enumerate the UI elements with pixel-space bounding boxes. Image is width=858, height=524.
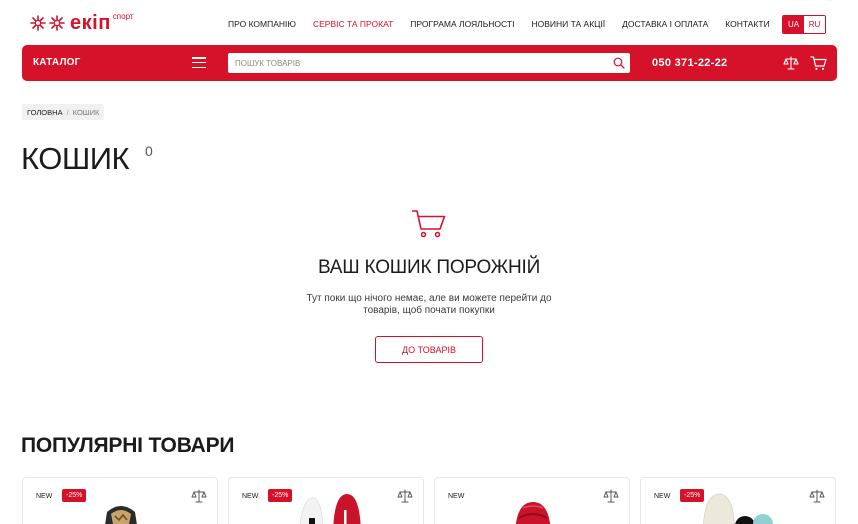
product-card[interactable]: NEW (434, 477, 630, 524)
nav-service-rental[interactable]: СЕРВІС ТА ПРОКАТ (313, 19, 393, 29)
search-icon[interactable] (613, 57, 625, 69)
compare-scale-icon[interactable] (783, 55, 799, 71)
phone-number[interactable]: 050 371-22-22 (652, 57, 727, 69)
nav-contacts[interactable]: КОНТАКТИ (725, 19, 769, 29)
breadcrumb: ГОЛОВНА / КОШИК (22, 104, 105, 120)
empty-cart-icon (411, 210, 446, 238)
badge-new: NEW (36, 493, 53, 500)
logo-text: екіп (70, 12, 111, 34)
nav-loyalty[interactable]: ПРОГРАМА ЛОЯЛЬНОСТІ (410, 19, 514, 29)
main-header: КАТАЛОГ 050 371-22-22 (22, 45, 837, 81)
product-card[interactable]: NEW -25% (228, 477, 424, 524)
sun-logo-icon (30, 15, 46, 31)
empty-cart-title: ВАШ КОШИК ПОРОЖНІЙ (317, 257, 541, 278)
sun-logo-icon (49, 15, 65, 31)
compare-scale-icon[interactable] (397, 489, 413, 503)
badge-new: NEW (242, 493, 259, 500)
compare-scale-icon[interactable] (809, 489, 825, 503)
nav-news[interactable]: НОВИНИ ТА АКЦІЇ (531, 19, 605, 29)
product-image-skis (299, 494, 361, 524)
search-input[interactable] (228, 53, 598, 74)
product-image-helmet (515, 502, 551, 524)
nav-delivery[interactable]: ДОСТАВКА І ОПЛАТА (622, 19, 708, 29)
badge-sale: -25% (62, 489, 87, 502)
badge-new: NEW (654, 493, 671, 500)
empty-cart-text: Тут поки що нічого немає, але ви можете … (306, 293, 552, 316)
cart-icon[interactable] (810, 55, 827, 71)
product-card[interactable]: NEW -25% (22, 477, 218, 524)
breadcrumb-current: КОШИК (72, 107, 100, 117)
page-title: КОШИК (21, 141, 130, 176)
product-card[interactable]: NEW -25% (640, 477, 836, 524)
to-products-button[interactable]: ДО ТОВАРІВ (375, 336, 483, 363)
menu-icon[interactable] (192, 57, 206, 69)
popular-title: ПОПУЛЯРНІ ТОВАРИ (21, 434, 235, 457)
product-image-snowboard (703, 493, 773, 524)
compare-scale-icon[interactable] (603, 489, 619, 503)
cart-count: 0 (145, 143, 153, 159)
lang-ru[interactable]: RU (804, 16, 825, 33)
search-box (228, 53, 630, 74)
lang-ua[interactable]: UA (783, 16, 804, 33)
badge-new: NEW (448, 493, 465, 500)
logo-subtext: спорт (112, 12, 134, 21)
breadcrumb-home[interactable]: ГОЛОВНА (27, 108, 63, 117)
catalog-label[interactable]: КАТАЛОГ (33, 57, 81, 68)
product-image-jacket (105, 506, 137, 524)
logo[interactable]: екіп спорт (30, 12, 134, 34)
language-switcher: UA RU (782, 15, 826, 34)
breadcrumb-separator: / (66, 107, 69, 117)
top-nav: ПРО КОМПАНІЮ СЕРВІС ТА ПРОКАТ ПРОГРАМА Л… (228, 19, 787, 29)
compare-scale-icon[interactable] (191, 489, 207, 503)
nav-about[interactable]: ПРО КОМПАНІЮ (228, 19, 296, 29)
top-bar: екіп спорт ПРО КОМПАНІЮ СЕРВІС ТА ПРОКАТ… (0, 0, 858, 44)
